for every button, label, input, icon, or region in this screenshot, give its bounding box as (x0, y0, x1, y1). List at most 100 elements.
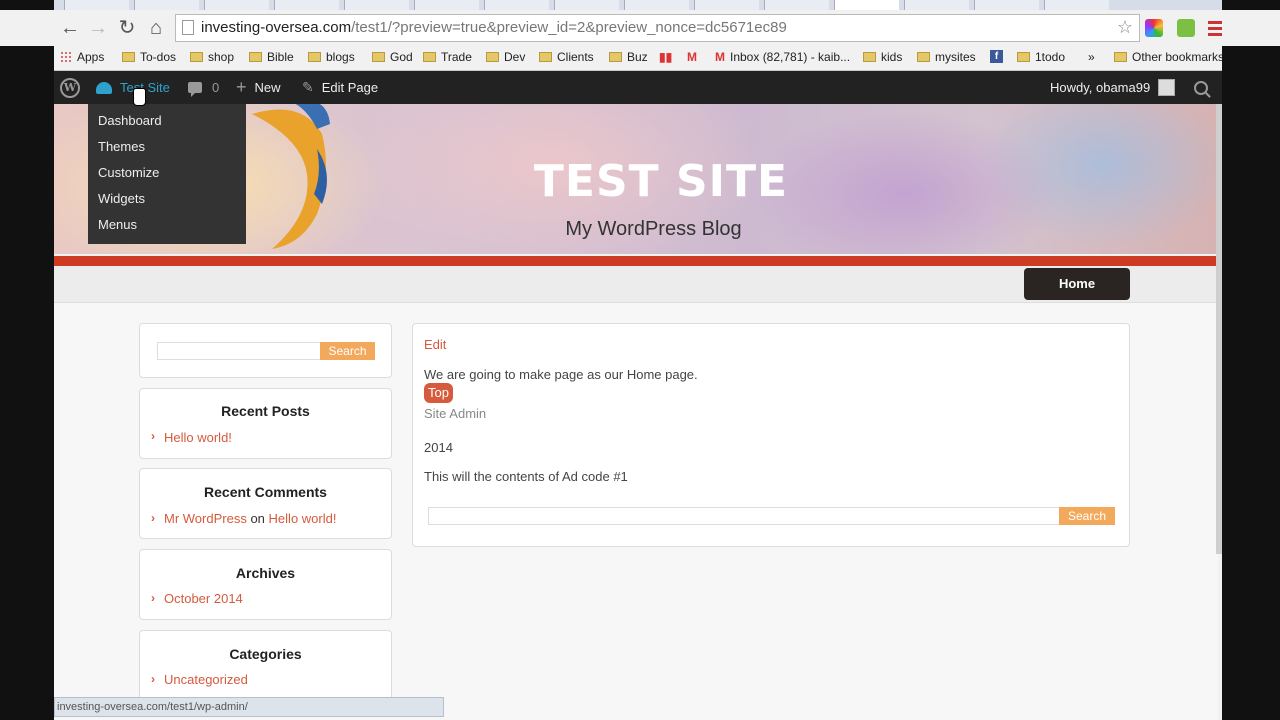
categories-widget: Categories › Uncategorized (139, 630, 392, 705)
wp-logo-button[interactable]: W (60, 71, 80, 104)
menu-item-dashboard[interactable]: Dashboard (88, 108, 246, 134)
bookmarks-overflow[interactable]: » (1088, 50, 1095, 64)
browser-tab[interactable] (134, 0, 199, 10)
browser-toolbar: ← → ↻ ⌂ investing-oversea.com/test1/?pre… (0, 10, 1280, 46)
comment-entry: Mr WordPress on Hello world! (164, 511, 336, 526)
sidebar-search-input[interactable] (157, 342, 321, 360)
bookmark-item[interactable]: God (372, 50, 413, 64)
account-menu[interactable]: Howdy, obama99 (1050, 71, 1176, 104)
archives-widget: Archives › October 2014 (139, 549, 392, 620)
bookmark-item[interactable]: M (687, 50, 702, 64)
browser-tab[interactable] (764, 0, 829, 10)
archive-link[interactable]: October 2014 (164, 591, 243, 606)
chrome-menu-icon[interactable] (1208, 21, 1222, 39)
url-text[interactable]: investing-oversea.com/test1/?preview=tru… (201, 19, 787, 36)
bookmark-item[interactable]: kids (863, 50, 902, 64)
bookmark-apps[interactable]: Apps (60, 50, 104, 64)
browser-tab[interactable] (1044, 0, 1109, 10)
recent-comments-widget: Recent Comments › Mr WordPress on Hello … (139, 468, 392, 539)
bookmark-item[interactable]: shop (190, 50, 234, 64)
site-dropdown-menu: Dashboard Themes Customize Widgets Menus (88, 104, 246, 244)
bookmark-item[interactable]: M Inbox (82,781) - kaib... (715, 50, 850, 64)
back-icon[interactable]: ← (58, 16, 82, 40)
browser-tab[interactable] (554, 0, 619, 10)
browser-tab[interactable] (64, 0, 129, 10)
content-search-button[interactable]: Search (1059, 507, 1115, 525)
chevron-right-icon: › (151, 672, 155, 686)
bookmark-item[interactable]: blogs (308, 50, 355, 64)
sidebar-search: Search (157, 342, 375, 360)
video-frame-left (0, 0, 54, 720)
page-body-text: We are going to make page as our Home pa… (424, 367, 698, 382)
edit-page-button[interactable]: ✎ Edit Page (302, 71, 378, 104)
bookmark-item[interactable]: 1todo (1017, 50, 1065, 64)
content-search-input[interactable] (428, 507, 1060, 525)
browser-tab[interactable] (204, 0, 269, 10)
edit-link[interactable]: Edit (424, 337, 446, 352)
chevron-right-icon: › (151, 591, 155, 605)
browser-tab[interactable] (484, 0, 549, 10)
page-icon (182, 20, 194, 35)
menu-item-themes[interactable]: Themes (88, 134, 246, 160)
recent-post-link[interactable]: Hello world! (164, 430, 232, 445)
folder-icon (486, 52, 499, 62)
new-content-button[interactable]: + New (236, 71, 281, 104)
sidebar-search-button[interactable]: Search (320, 342, 375, 360)
bookmark-item[interactable]: ▮▮ (659, 50, 677, 64)
comments-button[interactable]: 0 (188, 71, 219, 104)
dashboard-icon (96, 81, 112, 94)
folder-icon (423, 52, 436, 62)
comment-post-link[interactable]: Hello world! (269, 511, 337, 526)
address-bar[interactable]: investing-oversea.com/test1/?preview=tru… (175, 14, 1140, 42)
browser-tab[interactable] (694, 0, 759, 10)
bookmark-item[interactable]: Buz (609, 50, 648, 64)
forward-icon[interactable]: → (86, 16, 110, 40)
search-widget: Search (139, 323, 392, 378)
browser-tab[interactable] (274, 0, 339, 10)
bookmark-item[interactable]: mysites (917, 50, 976, 64)
ad-code-text: This will the contents of Ad code #1 (424, 469, 628, 484)
browser-tab[interactable] (414, 0, 479, 10)
primary-nav: Home (54, 266, 1218, 303)
widget-title: Categories (229, 646, 302, 662)
bookmark-item[interactable]: Trade (423, 50, 472, 64)
search-icon (1194, 80, 1208, 95)
reload-icon[interactable]: ↻ (115, 16, 139, 40)
hand-cursor-icon (133, 88, 146, 106)
comment-author-link[interactable]: Mr WordPress (164, 511, 247, 526)
year-text: 2014 (424, 440, 453, 455)
top-tag[interactable]: Top (424, 383, 453, 403)
browser-tab-active[interactable] (834, 0, 899, 10)
menu-item-customize[interactable]: Customize (88, 160, 246, 186)
category-link[interactable]: Uncategorized (164, 672, 248, 687)
check-extension-icon[interactable] (1177, 19, 1195, 37)
folder-icon (863, 52, 876, 62)
avatar (1158, 79, 1176, 96)
bookmark-item[interactable]: f (990, 50, 1008, 63)
page-scrollbar[interactable] (1216, 104, 1222, 554)
bookmark-other[interactable]: Other bookmarks (1114, 50, 1222, 64)
admin-search-button[interactable] (1194, 71, 1208, 104)
folder-icon (190, 52, 203, 62)
howdy-label: Howdy, obama99 (1050, 80, 1151, 95)
folder-icon (249, 52, 262, 62)
comments-count: 0 (212, 80, 220, 95)
browser-tab[interactable] (624, 0, 689, 10)
folder-icon (539, 52, 552, 62)
bookmark-item[interactable]: Bible (249, 50, 294, 64)
color-extension-icon[interactable] (1145, 19, 1163, 37)
home-icon[interactable]: ⌂ (144, 16, 168, 40)
chevron-right-icon: › (151, 511, 155, 525)
bookmark-item[interactable]: Clients (539, 50, 594, 64)
browser-tab[interactable] (344, 0, 409, 10)
bookmark-star-icon[interactable]: ☆ (1117, 17, 1133, 38)
browser-tab[interactable] (904, 0, 969, 10)
apps-icon (60, 51, 72, 63)
menu-item-menus[interactable]: Menus (88, 212, 246, 238)
bookmark-item[interactable]: Dev (486, 50, 525, 64)
browser-tab[interactable] (974, 0, 1039, 10)
menu-item-widgets[interactable]: Widgets (88, 186, 246, 212)
bookmark-item[interactable]: To-dos (122, 50, 176, 64)
nav-home-button[interactable]: Home (1024, 268, 1130, 300)
tab-strip[interactable] (54, 0, 1222, 10)
